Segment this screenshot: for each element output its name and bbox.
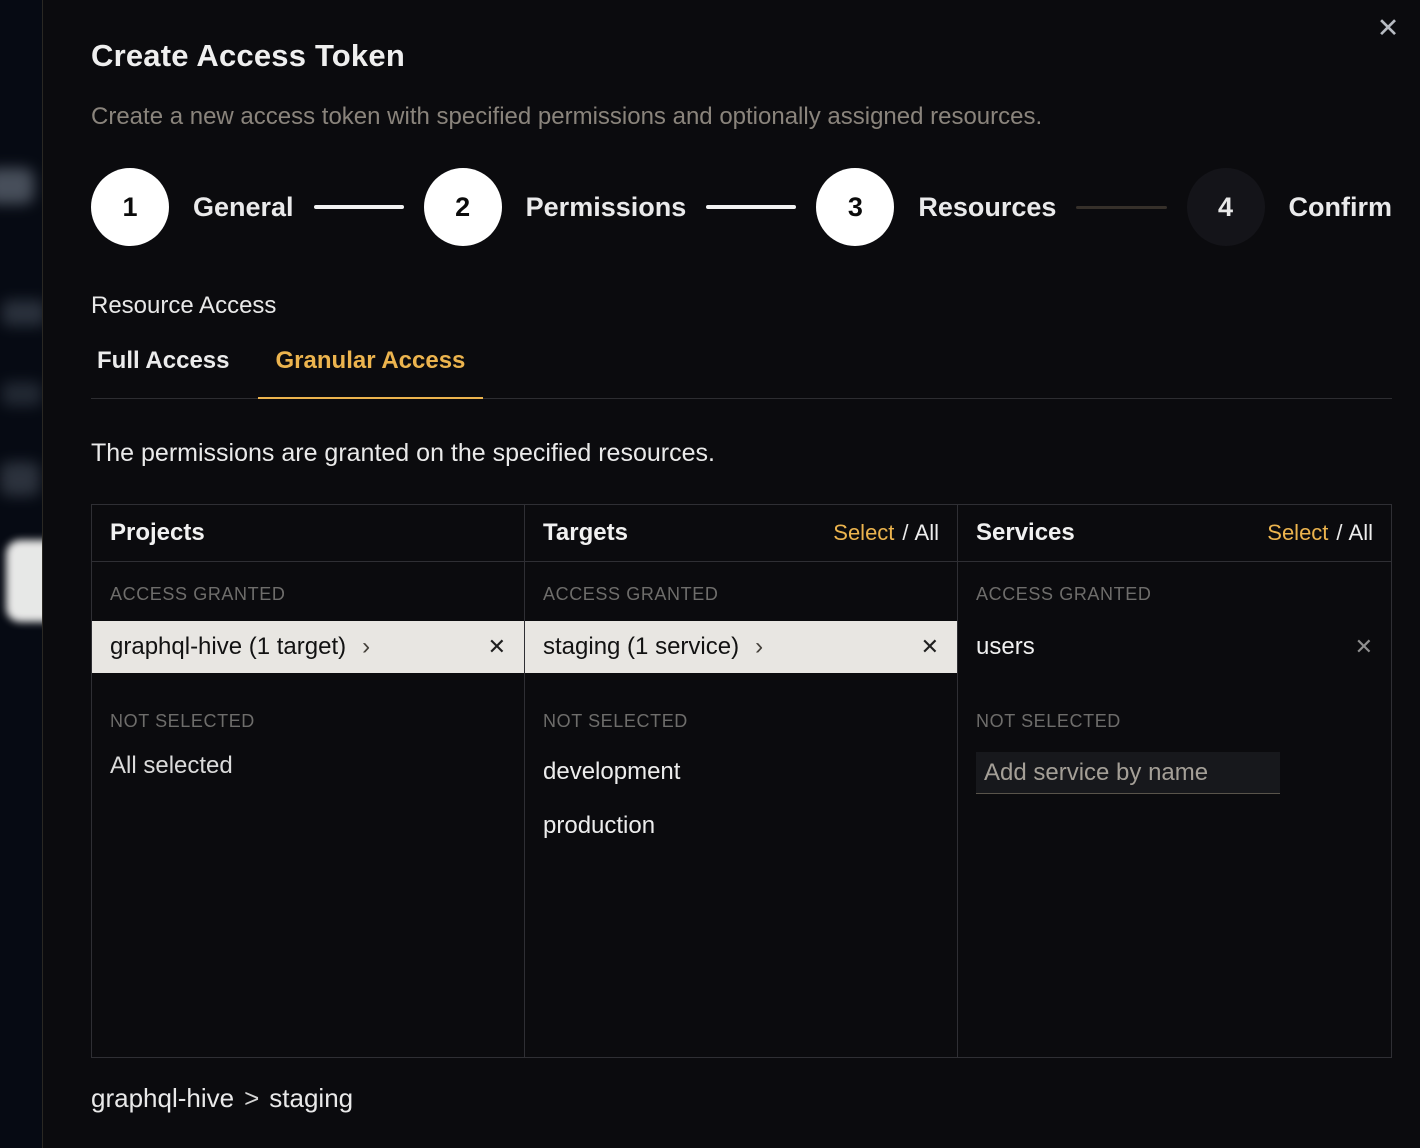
projects-column-header: Projects (92, 505, 524, 562)
services-column-header: Services Select / All (958, 505, 1391, 562)
dialog-title: Create Access Token (91, 38, 1392, 74)
resource-access-heading: Resource Access (91, 292, 1392, 320)
breadcrumb-separator: > (244, 1083, 259, 1113)
select-all-separator: / (1336, 520, 1342, 545)
step-connector (1076, 206, 1166, 209)
granted-service-row[interactable]: users ✕ (958, 621, 1391, 673)
step-resources[interactable]: 3 Resources (816, 168, 1056, 246)
services-access-granted-label: ACCESS GRANTED (976, 584, 1373, 605)
targets-column-header: Targets Select / All (525, 505, 957, 562)
remove-service-icon[interactable]: ✕ (1355, 634, 1373, 660)
breadcrumb-target: staging (269, 1083, 353, 1113)
create-access-token-dialog: ✕ Create Access Token Create a new acces… (42, 0, 1420, 1148)
breadcrumb-project: graphql-hive (91, 1083, 234, 1113)
projects-access-granted-label: ACCESS GRANTED (110, 584, 506, 605)
background-page (0, 0, 42, 1148)
targets-header-title: Targets (543, 519, 628, 547)
granted-project-row[interactable]: graphql-hive (1 target) › ✕ (92, 621, 524, 673)
blurred-background-card (6, 540, 42, 622)
select-all-separator: / (902, 520, 908, 545)
step-label-permissions: Permissions (526, 192, 687, 223)
close-icon[interactable]: ✕ (1370, 10, 1406, 46)
tab-granular-access[interactable]: Granular Access (258, 347, 484, 399)
granted-service-label: users (976, 633, 1035, 661)
step-confirm[interactable]: 4 Confirm (1187, 168, 1393, 246)
blurred-background-shape (2, 382, 42, 406)
resource-selection-table: Projects ACCESS GRANTED graphql-hive (1 … (91, 504, 1392, 1058)
services-all-link[interactable]: All (1349, 520, 1373, 545)
chevron-right-icon[interactable]: › (755, 635, 763, 659)
blurred-background-shape (0, 462, 40, 496)
target-option-production[interactable]: production (543, 812, 939, 840)
projects-header-title: Projects (110, 519, 205, 547)
targets-column: Targets Select / All ACCESS GRANTED stagin… (525, 505, 958, 1057)
targets-not-selected-label: NOT SELECTED (543, 711, 939, 732)
step-number-1: 1 (91, 168, 169, 246)
add-service-input[interactable] (976, 752, 1280, 794)
granular-access-description: The permissions are granted on the speci… (91, 439, 1392, 468)
selection-breadcrumb: graphql-hive > staging (91, 1083, 1392, 1114)
step-number-3: 3 (816, 168, 894, 246)
wizard-stepper: 1 General 2 Permissions 3 Resources 4 Co… (91, 168, 1392, 246)
step-label-general: General (193, 192, 294, 223)
step-label-confirm: Confirm (1289, 192, 1393, 223)
targets-access-granted-label: ACCESS GRANTED (543, 584, 939, 605)
services-column: Services Select / All ACCESS GRANTED users… (958, 505, 1391, 1057)
services-header-title: Services (976, 519, 1075, 547)
blurred-background-shape (2, 300, 42, 326)
projects-column: Projects ACCESS GRANTED graphql-hive (1 … (92, 505, 525, 1057)
step-number-4: 4 (1187, 168, 1265, 246)
step-connector (706, 205, 796, 209)
step-permissions[interactable]: 2 Permissions (424, 168, 687, 246)
granted-target-row[interactable]: staging (1 service) › ✕ (525, 621, 957, 673)
projects-all-selected-note: All selected (110, 752, 506, 780)
granted-project-label: graphql-hive (1 target) (110, 633, 346, 661)
target-option-development[interactable]: development (543, 758, 939, 786)
granted-target-label: staging (1 service) (543, 633, 739, 661)
services-select-all: Select / All (1267, 520, 1373, 546)
tab-full-access[interactable]: Full Access (91, 347, 248, 398)
step-connector (314, 205, 404, 209)
targets-all-link[interactable]: All (915, 520, 939, 545)
blurred-background-shape (0, 168, 34, 204)
dialog-subtitle: Create a new access token with specified… (91, 103, 1392, 131)
targets-select-link[interactable]: Select (833, 520, 894, 545)
step-label-resources: Resources (918, 192, 1056, 223)
services-select-link[interactable]: Select (1267, 520, 1328, 545)
remove-target-icon[interactable]: ✕ (921, 634, 939, 660)
remove-project-icon[interactable]: ✕ (488, 634, 506, 660)
services-not-selected-label: NOT SELECTED (976, 711, 1373, 732)
step-general[interactable]: 1 General (91, 168, 294, 246)
access-mode-tabs: Full Access Granular Access (91, 347, 1392, 399)
projects-not-selected-label: NOT SELECTED (110, 711, 506, 732)
chevron-right-icon[interactable]: › (362, 635, 370, 659)
targets-select-all: Select / All (833, 520, 939, 546)
step-number-2: 2 (424, 168, 502, 246)
